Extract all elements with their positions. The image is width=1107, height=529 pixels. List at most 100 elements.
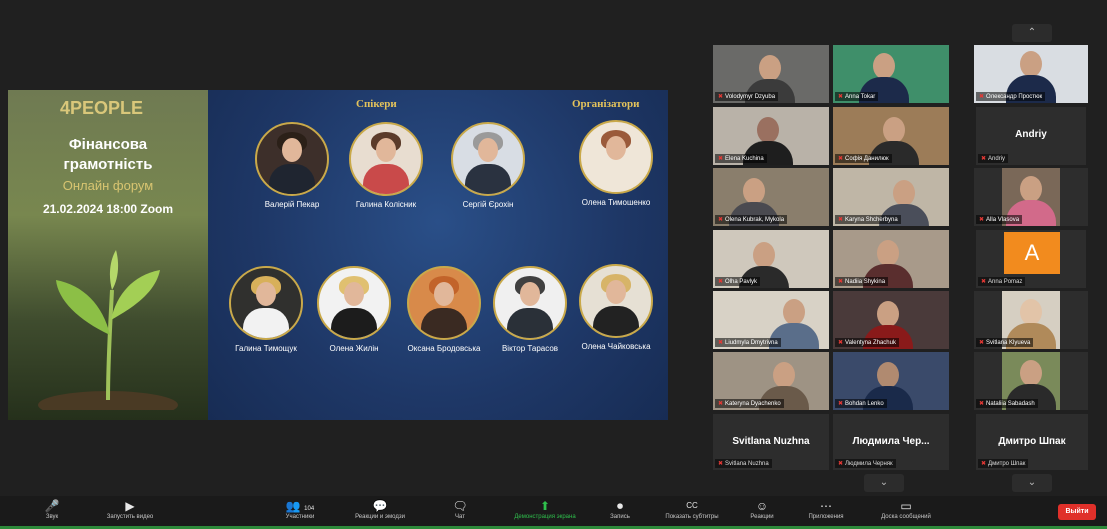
- speaker-name: Валерій Пекар: [264, 200, 320, 209]
- speaker-name: Олена Чайковська: [581, 342, 651, 351]
- video-icon: ▶: [125, 499, 135, 513]
- participant-tile[interactable]: ✖ Bohdan Lenko: [833, 352, 949, 410]
- mic-muted-icon: ✖: [979, 340, 985, 346]
- emoji-icon: 💬: [372, 499, 388, 513]
- participant-name: Valentyna Zhachuk: [845, 340, 896, 346]
- participant-tile[interactable]: Andriy ✖ Andriy: [976, 107, 1086, 165]
- mic-muted-icon: ✖: [838, 461, 844, 467]
- slide-date: 21.02.2024 18:00 Zoom: [42, 202, 174, 216]
- whiteboard-button[interactable]: ▭ Доска сообщений: [866, 498, 946, 520]
- participant-tile[interactable]: ✖ Karyna Shcherbyna: [833, 168, 949, 226]
- participant-tile[interactable]: ✖ Kateryna Dyachenko: [713, 352, 829, 410]
- organizers-heading: Організатори: [572, 98, 640, 110]
- speaker-photo: [451, 122, 525, 196]
- start-video-label: Запустить видео: [106, 514, 154, 520]
- reactions-emoji-button[interactable]: 💬 Реакции и эмодзи: [340, 498, 420, 520]
- captions-label: Показать субтитры: [665, 514, 719, 520]
- participant-tile[interactable]: ✖ Elena Kuchina: [713, 107, 829, 165]
- participants-count: 104: [304, 506, 315, 512]
- speaker-card: Валерій Пекар: [246, 122, 338, 209]
- participant-tile[interactable]: ✖ Олександр Простюк: [974, 45, 1088, 103]
- slide-title-line2: грамотність: [63, 156, 153, 173]
- participant-name: Elena Kuchina: [725, 156, 764, 162]
- speaker-card: Віктор Тарасов: [484, 266, 576, 353]
- participant-name: Olena Kubrak, Mykola: [725, 217, 785, 223]
- speaker-photo: [579, 120, 653, 194]
- participant-name: Karyna Shcherbyna: [845, 217, 898, 223]
- speaker-name: Галина Колісник: [355, 200, 417, 209]
- shared-screen: 4PEOPLE Фінансова грамотність Онлайн фор…: [8, 90, 668, 420]
- speaker-name: Олена Тимошенко: [581, 198, 651, 207]
- mic-muted-icon: ✖: [979, 401, 985, 407]
- participant-tile[interactable]: Дмитро Шпак ✖ Дмитро Шпак: [976, 414, 1088, 470]
- participant-name: Nadiia Shykina: [845, 279, 886, 285]
- reactions-button[interactable]: ☺ Реакции: [742, 498, 782, 520]
- participant-tile[interactable]: ✖ Anna Tokar: [833, 45, 949, 103]
- participant-name: Andriy: [988, 156, 1006, 162]
- participant-tile[interactable]: ✖ Liudmyla Dmytrivna: [713, 291, 829, 349]
- chat-button[interactable]: 🗨 Чат: [440, 498, 480, 520]
- mic-muted-icon: ✖: [838, 156, 844, 162]
- mic-muted-icon: ✖: [981, 461, 987, 467]
- participants-button[interactable]: 👥 104 Участники: [270, 498, 330, 520]
- whiteboard-label: Доска сообщений: [881, 514, 931, 520]
- zoom-window: 4PEOPLE Фінансова грамотність Онлайн фор…: [0, 0, 1107, 529]
- mic-muted-icon: ✖: [979, 217, 985, 223]
- share-screen-button[interactable]: ⬆ Демонстрация экрана: [500, 498, 590, 520]
- speaker-photo: [255, 122, 329, 196]
- captions-icon: CC: [686, 501, 698, 510]
- gallery-up-button[interactable]: ⌃: [1012, 24, 1052, 42]
- mute-button[interactable]: 🎤 Звук: [22, 498, 82, 520]
- speaker-photo: [407, 266, 481, 340]
- speaker-card: Олена Жилін: [308, 266, 400, 353]
- participant-tile[interactable]: ✖ Valentyna Zhachuk: [833, 291, 949, 349]
- participant-tile[interactable]: Svitlana Nuzhna ✖ Svitlana Nuzhna: [713, 414, 829, 470]
- participant-name: Bohdan Lenko: [845, 401, 884, 407]
- participant-tile[interactable]: ✖ Nataliia Sabadash: [974, 352, 1088, 410]
- record-button[interactable]: ⏺ Запись: [600, 498, 640, 520]
- participant-display-name: Людмила Чер...: [852, 436, 930, 447]
- speaker-card: Галина Тимощук: [220, 266, 312, 353]
- participant-tile[interactable]: Людмила Чер... ✖ Людмила Черняк: [833, 414, 949, 470]
- slide-left-panel: 4PEOPLE Фінансова грамотність Онлайн фор…: [8, 90, 208, 420]
- participant-tile[interactable]: ✖ Софія Данилюк: [833, 107, 949, 165]
- captions-button[interactable]: CC Показать субтитры: [652, 498, 732, 520]
- participant-tile[interactable]: ✖ Olha Pavlyk: [713, 230, 829, 288]
- speaker-photo: [493, 266, 567, 340]
- speaker-card: Оксана Бродовська: [398, 266, 490, 353]
- participant-tile[interactable]: A ✖ Anna Pomaz: [976, 230, 1086, 288]
- mute-label: Звук: [45, 514, 59, 520]
- share-screen-icon: ⬆: [539, 499, 551, 513]
- slide-title-line1: Фінансова: [68, 136, 148, 153]
- participants-icon: 👥: [285, 499, 301, 513]
- mic-muted-icon: ✖: [838, 279, 844, 285]
- whiteboard-icon: ▭: [900, 499, 912, 513]
- mic-muted-icon: ✖: [718, 340, 724, 346]
- leave-button[interactable]: Выйти: [1058, 504, 1096, 520]
- gallery-down-button-right[interactable]: ⌄: [1012, 474, 1052, 492]
- plant-illustration: [38, 250, 178, 410]
- participant-tile[interactable]: ✖ Olena Kubrak, Mykola: [713, 168, 829, 226]
- reactions-icon: ☺: [755, 499, 769, 513]
- mic-muted-icon: ✖: [838, 340, 844, 346]
- participant-display-name: Svitlana Nuzhna: [732, 436, 810, 447]
- participant-name: Volodymyr Dzyuba: [725, 94, 776, 100]
- mic-muted-icon: ✖: [718, 156, 724, 162]
- chevron-down-icon: ⌄: [879, 477, 889, 488]
- participant-name: Olha Pavlyk: [725, 279, 758, 285]
- mic-muted-icon: ✖: [838, 217, 844, 223]
- participant-tile[interactable]: ✖ Svitlana Klyueva: [974, 291, 1088, 349]
- slide-subtitle: Онлайн форум: [62, 178, 154, 193]
- participant-tile[interactable]: ✖ Nadiia Shykina: [833, 230, 949, 288]
- participant-name: Liudmyla Dmytrivna: [725, 340, 778, 346]
- participant-tile[interactable]: ✖ Volodymyr Dzyuba: [713, 45, 829, 103]
- apps-button[interactable]: ⋯ Приложения: [796, 498, 856, 520]
- chat-label: Чат: [455, 514, 465, 520]
- gallery-down-button[interactable]: ⌄: [864, 474, 904, 492]
- mic-muted-icon: ✖: [979, 94, 985, 100]
- mic-muted-icon: ✖: [718, 217, 724, 223]
- participant-name: Svitlana Klyueva: [986, 340, 1031, 346]
- start-video-button[interactable]: ▶ Запустить видео: [90, 498, 170, 520]
- mic-muted-icon: ✖: [718, 461, 724, 467]
- participant-tile[interactable]: ✖ Alla Vlasova: [974, 168, 1088, 226]
